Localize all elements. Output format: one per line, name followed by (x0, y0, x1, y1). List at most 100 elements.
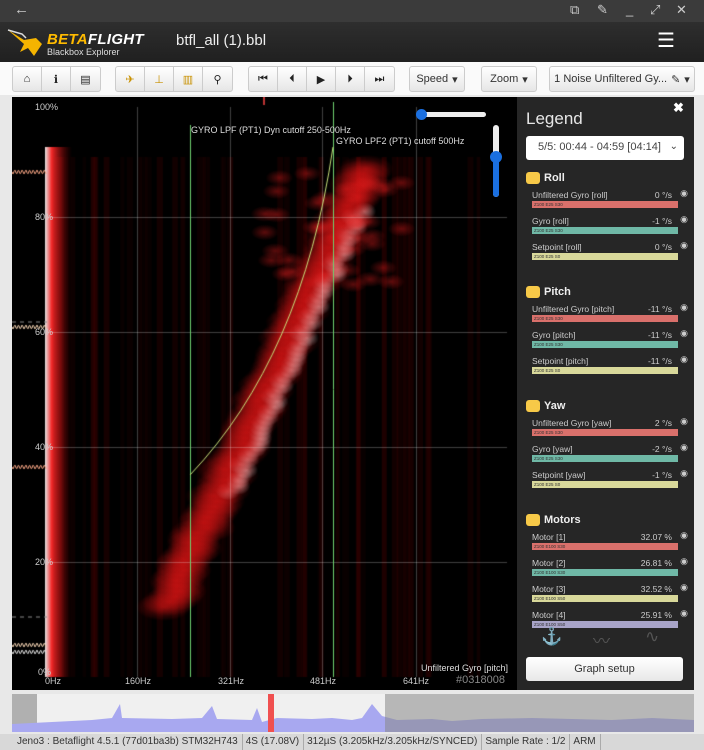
minimize-icon[interactable]: _ (626, 2, 633, 17)
timeline-graph (12, 694, 694, 732)
anchor-icon[interactable]: ⚓ (541, 627, 562, 647)
close-icon[interactable]: ✕ (676, 2, 687, 18)
step-back-icon[interactable]: ⏴ (278, 67, 307, 91)
legend-item[interactable]: Gyro [yaw] -2 °/s ◉ Z100 E25 S30 (532, 441, 688, 466)
section-title[interactable]: Motors (544, 514, 581, 526)
craft-icon[interactable]: ✈ (116, 67, 145, 91)
skip-end-icon[interactable]: ⏭ (365, 67, 394, 91)
pin-icon[interactable]: ✎ (597, 2, 608, 18)
brand-name: BETAFLIGHT (47, 31, 144, 48)
eye-icon[interactable]: ◉ (680, 582, 688, 593)
pencil-icon[interactable]: ✎ (671, 73, 680, 86)
legend-item[interactable]: Motor [2] 26.81 % ◉ Z100 E100 S30 (532, 555, 688, 580)
scale-bar: Z100 E25 S30 (532, 227, 678, 234)
field-value: -11 °/s (648, 330, 672, 340)
log-timeline[interactable] (12, 694, 694, 732)
sticks-icon[interactable]: ⊥ (145, 67, 174, 91)
eye-icon[interactable]: ◉ (680, 214, 688, 225)
eye-icon[interactable]: ◉ (680, 328, 688, 339)
skip-start-icon[interactable]: ⏮ (249, 67, 278, 91)
analyser-icon[interactable]: ▥ (174, 67, 203, 91)
status-looptime: 312µS (3.205kHz/3.205kHz/SYNCED) (304, 734, 482, 750)
step-forward-icon[interactable]: ⏵ (336, 67, 365, 91)
hamburger-menu-icon[interactable]: ☰ (650, 30, 682, 54)
folder-icon[interactable] (526, 286, 540, 298)
playhead-marker (268, 694, 274, 732)
field-name: Motor [4] (532, 610, 566, 620)
field-name: Unfiltered Gyro [pitch] (421, 663, 508, 673)
folder-icon[interactable] (526, 400, 540, 412)
folder-icon[interactable] (526, 514, 540, 526)
field-value: 0 °/s (655, 242, 672, 252)
field-name: Setpoint [yaw] (532, 470, 585, 480)
spectrogram-heatmap (12, 97, 517, 690)
zoom-dropdown[interactable]: Zoom ▾ (481, 66, 537, 92)
x-tick: 0Hz (45, 676, 61, 686)
eye-icon[interactable]: ◉ (680, 302, 688, 313)
scale-bar: Z100 E25 S0 (532, 367, 678, 374)
legend-item[interactable]: Setpoint [yaw] -1 °/s ◉ Z100 E25 S0 (532, 467, 688, 492)
graph-config-dropdown[interactable]: 1 Noise Unfiltered Gy... ✎ ▾ (549, 66, 695, 92)
log-selector[interactable]: 5/5: 00:44 - 04:59 [04:14] ⌄ (526, 136, 684, 160)
legend-item[interactable]: Gyro [pitch] -11 °/s ◉ Z100 E25 S30 (532, 327, 688, 352)
play-icon[interactable]: ▶ (307, 67, 336, 91)
legend-item[interactable]: Motor [3] 32.52 % ◉ Z100 E100 S50 (532, 581, 688, 606)
back-icon[interactable]: ← (14, 1, 29, 18)
eye-icon[interactable]: ◉ (680, 416, 688, 427)
speed-dropdown[interactable]: Speed ▾ (409, 66, 465, 92)
legend-item[interactable]: Motor [1] 32.07 % ◉ Z100 E100 S30 (532, 529, 688, 554)
log-icon[interactable]: ▤ (71, 67, 100, 91)
legend-item[interactable]: Unfiltered Gyro [roll] 0 °/s ◉ Z100 E25 S30 (532, 187, 688, 212)
eye-icon[interactable]: ◉ (680, 530, 688, 541)
legend-item[interactable]: Unfiltered Gyro [yaw] 2 °/s ◉ Z100 E25 S30 (532, 415, 688, 440)
app-header: BETAFLIGHT Blackbox Explorer btfl_all (1… (0, 22, 704, 62)
eye-icon[interactable]: ◉ (680, 188, 688, 199)
waveform-icon[interactable]: 〰 (593, 627, 610, 652)
curve-icon[interactable]: ∿ (645, 627, 659, 647)
brand-subtitle: Blackbox Explorer (47, 47, 120, 57)
maximize-icon[interactable]: ⤢ (650, 2, 660, 18)
section-title[interactable]: Roll (544, 172, 565, 184)
popout-icon[interactable]: ⧉ (570, 2, 579, 18)
field-value: 25.91 % (641, 610, 672, 620)
field-name: Setpoint [pitch] (532, 356, 588, 366)
folder-icon[interactable] (526, 172, 540, 184)
eye-icon[interactable]: ◉ (680, 354, 688, 365)
vertical-zoom-slider[interactable] (493, 125, 499, 197)
scale-bar: Z100 E25 S0 (532, 253, 678, 260)
chevron-down-icon: ⌄ (670, 141, 678, 152)
section-title[interactable]: Pitch (544, 286, 571, 298)
scale-bar: Z100 E25 S0 (532, 481, 678, 488)
info-icon[interactable]: ℹ (42, 67, 71, 91)
close-legend-icon[interactable]: ✖ (673, 100, 684, 116)
eye-icon[interactable]: ◉ (680, 608, 688, 619)
scale-bar: Z100 E100 S30 (532, 569, 678, 576)
scale-bar: Z100 E25 S30 (532, 341, 678, 348)
status-bar: Jeno3 : Betaflight 4.5.1 (77d01ba3b) STM… (0, 734, 704, 750)
section-title[interactable]: Yaw (544, 400, 565, 412)
eye-icon[interactable]: ◉ (680, 240, 688, 251)
field-name: Unfiltered Gyro [yaw] (532, 418, 611, 428)
x-tick: 160Hz (125, 676, 151, 686)
graph-setup-button[interactable]: Graph setup (526, 657, 683, 681)
legend-item[interactable]: Gyro [roll] -1 °/s ◉ Z100 E25 S30 (532, 213, 688, 238)
legend-section-roll: Roll Unfiltered Gyro [roll] 0 °/s ◉ Z100 E25… (526, 170, 688, 264)
field-name: Motor [1] (532, 532, 566, 542)
eye-icon[interactable]: ◉ (680, 468, 688, 479)
eye-icon[interactable]: ◉ (680, 556, 688, 567)
scale-bar: Z100 E25 S30 (532, 429, 678, 436)
filter-label-lpf1: GYRO LPF (PT1) Dyn cutoff 250-500Hz (191, 125, 351, 135)
eye-icon[interactable]: ◉ (680, 442, 688, 453)
legend-item[interactable]: Unfiltered Gyro [pitch] -11 °/s ◉ Z100 E25 … (532, 301, 688, 326)
field-value: -2 °/s (652, 444, 672, 454)
map-marker-icon[interactable]: ⚲ (203, 67, 232, 91)
legend-item[interactable]: Setpoint [roll] 0 °/s ◉ Z100 E25 S0 (532, 239, 688, 264)
home-icon[interactable]: ⌂ (13, 67, 42, 91)
toolbar: ⌂ ℹ ▤ ✈ ⊥ ▥ ⚲ ⏮ ⏴ ▶ ⏵ ⏭ Speed ▾ Zoom ▾ 1 N… (0, 62, 704, 95)
legend-item[interactable]: Setpoint [pitch] -11 °/s ◉ Z100 E25 S0 (532, 353, 688, 378)
field-name: Setpoint [roll] (532, 242, 582, 252)
legend-title: Legend (526, 109, 583, 129)
horizontal-zoom-slider[interactable] (420, 112, 486, 117)
caret-down-icon: ▾ (452, 73, 458, 86)
spectrum-analyser[interactable]: 100% 80% 60% 40% 20% 0% 0Hz 160Hz 321Hz … (12, 97, 517, 690)
